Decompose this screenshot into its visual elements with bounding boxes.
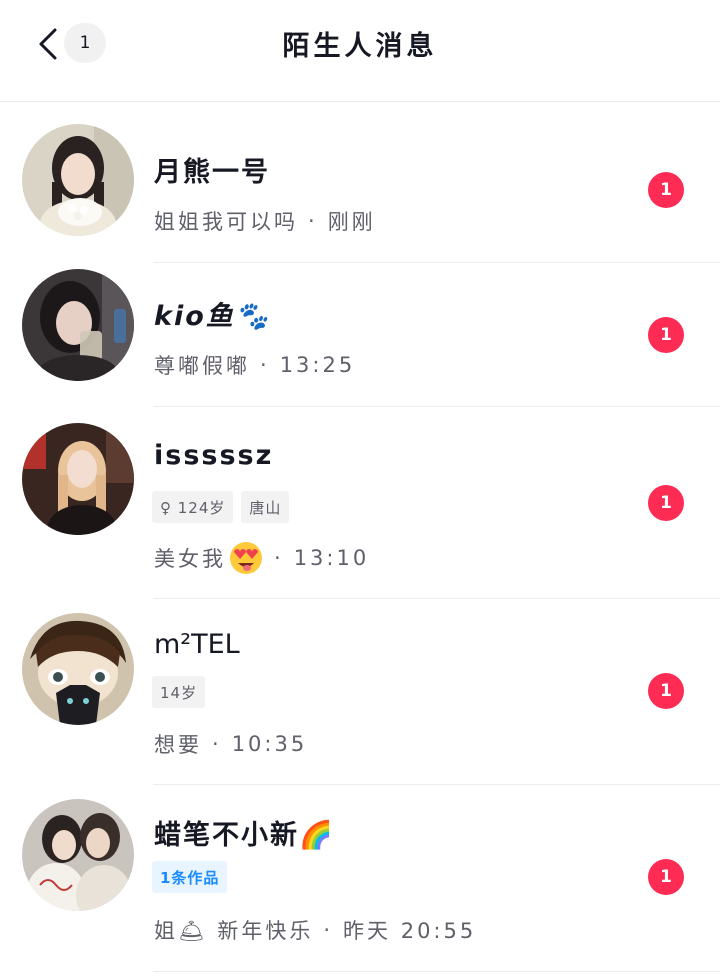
message-time: 10:35 xyxy=(231,732,308,756)
list-item[interactable]: isssssz ♀ 124岁 唐山 美女我 · 13:10 1 xyxy=(0,407,720,599)
avatar[interactable] xyxy=(22,799,134,911)
contact-name: m²TEL xyxy=(154,629,240,660)
message-preview: 想要 xyxy=(154,733,202,757)
message-preview: 美女我 xyxy=(154,547,226,571)
tag-location: 唐山 xyxy=(241,491,290,523)
avatar[interactable] xyxy=(22,124,134,236)
message-preview-line: 姐姐我可以吗 · 刚刚 xyxy=(154,206,376,236)
message-preview: 姐姐我可以吗 xyxy=(154,210,298,234)
tag-age: 14岁 xyxy=(152,676,206,708)
list-item[interactable]: 月熊一号 姐姐我可以吗 · 刚刚 1 xyxy=(0,102,720,263)
message-preview: 尊嘟假嘟 xyxy=(154,354,250,378)
avatar[interactable] xyxy=(22,423,134,535)
unread-badge: 1 xyxy=(648,317,684,353)
list-item[interactable]: m²TEL 14岁 想要 · 10:35 1 xyxy=(0,599,720,785)
list-item[interactable]: kio鱼🐾 尊嘟假嘟 · 13:25 1 xyxy=(0,263,720,407)
message-preview-line: 尊嘟假嘟 · 13:25 xyxy=(154,350,355,380)
unread-badge: 1 xyxy=(648,859,684,895)
header-bar: 1 陌生人消息 xyxy=(0,0,720,102)
message-time: 13:10 xyxy=(293,546,370,570)
unread-badge: 1 xyxy=(648,673,684,709)
profile-tags: ♀ 124岁 唐山 xyxy=(152,491,290,523)
page-title: 陌生人消息 xyxy=(282,31,438,62)
unread-badge: 1 xyxy=(648,485,684,521)
message-list: 月熊一号 姐姐我可以吗 · 刚刚 1 kio鱼🐾 尊嘟假嘟 · 13:25 1 … xyxy=(0,102,720,972)
list-item[interactable]: 蜡笔不小新🌈 1条作品 姐🛎 新年快乐 · 昨天 20:55 1 xyxy=(0,785,720,972)
separator-dot: · xyxy=(212,732,222,756)
profile-tags: 14岁 xyxy=(152,676,206,708)
separator-dot: · xyxy=(308,209,318,233)
unread-badge: 1 xyxy=(648,172,684,208)
contact-name: isssssz xyxy=(154,440,274,471)
tag-gender-age: ♀ 124岁 xyxy=(152,491,234,523)
avatar[interactable] xyxy=(22,613,134,725)
message-time: 13:25 xyxy=(279,353,356,377)
avatar[interactable] xyxy=(22,269,134,381)
message-time: 昨天 20:55 xyxy=(343,919,477,943)
message-preview-line: 姐🛎 新年快乐 · 昨天 20:55 xyxy=(154,915,476,945)
separator-dot: · xyxy=(323,918,334,942)
contact-name: kio鱼🐾 xyxy=(154,301,271,332)
profile-tags: 1条作品 xyxy=(152,861,228,893)
contact-name: 月熊一号 xyxy=(154,157,270,188)
divider xyxy=(153,971,720,972)
message-preview-line: 想要 · 10:35 xyxy=(154,729,307,759)
message-time: 刚刚 xyxy=(327,210,376,234)
heart-eyes-emoji-icon xyxy=(230,542,262,574)
tag-works-count[interactable]: 1条作品 xyxy=(152,861,228,893)
message-preview: 姐🛎 新年快乐 xyxy=(154,919,314,943)
separator-dot: · xyxy=(260,353,270,377)
message-preview-line: 美女我 · 13:10 xyxy=(154,540,369,576)
separator-dot: · xyxy=(274,546,284,570)
contact-name: 蜡笔不小新🌈 xyxy=(154,820,335,851)
